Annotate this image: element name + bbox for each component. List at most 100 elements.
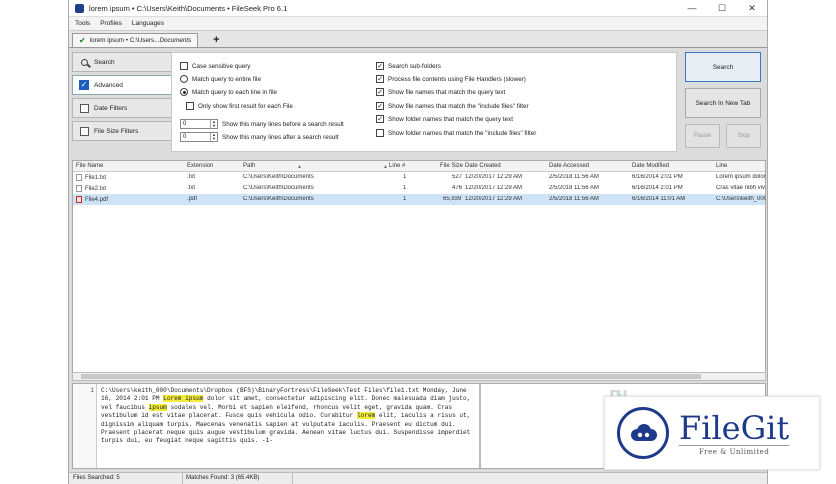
match-each-line-radio[interactable] [180,88,188,96]
add-tab-button[interactable]: + [202,33,230,47]
match-highlight: Lorem ipsum [163,395,204,403]
lines-before-value: 0 [183,121,187,127]
search-tab[interactable]: ✔ lorem ipsum • C:\Users... Documents [72,33,199,47]
table-row-selected[interactable]: File4.pdf .pdf C:\Users\Keith\Documents … [73,194,766,205]
match-each-line-option[interactable]: Match query to each line in file [180,88,277,96]
nav-search[interactable]: Search [72,52,172,72]
cell-extension: .txt [187,185,196,191]
cell-date-created: 12/20/2017 12:29 AM [465,185,523,191]
tab-strip: ✔ lorem ipsum • C:\Users... Documents + [69,31,767,48]
names-match-include-option[interactable]: ✓ Show file names that match the "includ… [376,102,529,110]
names-match-query-option[interactable]: ✓ Show file names that match the query t… [376,88,505,96]
search-subfolders-option[interactable]: ✓ Search sub-folders [376,62,441,70]
checkbox-icon [79,103,89,113]
match-entire-file-label: Match query to entire file [192,75,261,83]
cell-file-name: File4.pdf [76,196,108,203]
cell-path: C:\Users\Keith\Documents [243,185,314,191]
col-date-modified[interactable]: Date Modified [632,163,669,169]
case-sensitive-checkbox[interactable] [180,62,188,70]
col-path[interactable]: Path [243,163,255,169]
menu-tools[interactable]: Tools [75,20,90,27]
results-horizontal-scrollbar[interactable] [72,372,766,381]
checkbox-icon [79,126,89,136]
stop-button[interactable]: Stop [726,124,761,148]
col-file-size[interactable]: File Size [440,163,463,169]
close-button[interactable]: ✕ [737,0,767,17]
file-handlers-checkbox[interactable]: ✓ [376,75,384,83]
nav-file-size-filters-label: File Size Filters [94,127,139,135]
nav-file-size-filters[interactable]: File Size Filters [72,121,172,141]
window-title: lorem ipsum • C:\Users\Keith\Documents •… [89,3,288,13]
status-separator [182,473,183,484]
names-match-query-label: Show file names that match the query tex… [388,88,506,96]
search-new-tab-button[interactable]: Search In New Tab [685,88,761,118]
nav-advanced[interactable]: ✓ Advanced [72,75,172,95]
folders-match-query-checkbox[interactable]: ✓ [376,115,384,123]
lines-before-stepper[interactable]: 0 ▲ ▼ [180,119,218,129]
minimize-button[interactable]: — [677,0,707,17]
match-highlight: ipsum [148,403,167,411]
stepper-arrows-icon[interactable]: ▲ ▼ [210,133,217,141]
scrollbar-thumb[interactable] [81,374,701,379]
col-extension[interactable]: Extension [187,163,213,169]
nav-date-filters-label: Date Filters [94,104,128,112]
col-line-number[interactable]: Line # [389,163,405,169]
cell-extension: .txt [187,174,196,180]
tab-label: lorem ipsum • C:\Users... [89,37,160,44]
pause-button[interactable]: Pause [685,124,720,148]
table-row[interactable]: File2.txt .txt C:\Users\Keith\Documents … [73,183,765,194]
preview-line-gutter: 1 [73,384,97,468]
preview-text[interactable]: C:\Users\keith_000\Documents\Dropbox (BF… [101,387,476,446]
first-result-only-checkbox[interactable] [186,102,194,110]
folders-match-include-checkbox[interactable] [376,129,384,137]
search-subfolders-checkbox[interactable]: ✓ [376,62,384,70]
filegit-logo-icon [617,407,669,459]
menu-languages[interactable]: Languages [132,20,164,27]
cell-line-text: C:\Users\keith_000 [716,196,766,202]
lines-after-stepper[interactable]: 0 ▲ ▼ [180,132,218,142]
search-subfolders-label: Search sub-folders [388,62,441,70]
folders-match-include-option[interactable]: Show folder names that match the "includ… [376,129,536,137]
table-row[interactable]: File1.txt .txt C:\Users\Keith\Documents … [73,172,766,183]
advanced-options-panel: Case sensitive query Match query to enti… [171,52,677,152]
cell-date-created: 12/20/2017 12:29 AM [465,196,523,202]
cell-path: C:\Users\Keith\Documents [243,196,314,202]
case-sensitive-label: Case sensitive query [192,62,251,70]
folders-match-query-option[interactable]: ✓ Show folder names that match the query… [376,115,513,123]
search-button[interactable]: Search [685,52,761,82]
nav-date-filters[interactable]: Date Filters [72,98,172,118]
lines-after-option: 0 ▲ ▼ Show this many lines after a search … [180,132,339,142]
filegit-watermark: FileGit Free & Unlimited [604,396,820,470]
text-file-icon [76,174,82,181]
names-match-query-checkbox[interactable]: ✓ [376,88,384,96]
match-entire-file-option[interactable]: Match query to entire file [180,75,261,83]
cell-line-number: 1 [403,196,407,202]
lines-after-value: 0 [183,134,187,140]
case-sensitive-option[interactable]: Case sensitive query [180,62,250,70]
sort-indicator-icon: ▴ [384,164,388,170]
magnifier-icon [80,58,88,66]
col-date-accessed[interactable]: Date Accessed [549,163,589,169]
cell-date-created: 12/20/2017 12:29 AM [465,174,523,180]
cell-line-number: 1 [403,185,407,191]
match-each-line-label: Match query to each line in file [192,88,278,96]
col-line[interactable]: Line [716,163,727,169]
matches-found: Matches Found: 3 (65.4KB) [186,475,260,481]
folders-match-query-label: Show folder names that match the query t… [388,115,513,123]
results-header: File Name Extension Path ▴ ▴ Line # File… [73,161,765,172]
cell-line-number: 1 [403,174,407,180]
col-date-created[interactable]: Date Created [465,163,501,169]
col-file-name[interactable]: File Name [76,163,103,169]
preview-splitter[interactable] [479,384,481,468]
nav-search-label: Search [94,58,115,66]
stepper-arrows-icon[interactable]: ▲ ▼ [210,120,217,128]
menu-profiles[interactable]: Profiles [100,20,122,27]
maximize-button[interactable]: ☐ [707,0,737,17]
first-result-only-option[interactable]: Only show first result for each File [186,102,293,110]
names-match-include-checkbox[interactable]: ✓ [376,102,384,110]
nav-advanced-label: Advanced [94,81,123,89]
match-highlight: lorem [356,412,376,420]
file-handlers-option[interactable]: ✓ Process file contents using File Handl… [376,75,526,83]
match-entire-file-radio[interactable] [180,75,188,83]
cell-file-name: File1.txt [76,174,106,181]
